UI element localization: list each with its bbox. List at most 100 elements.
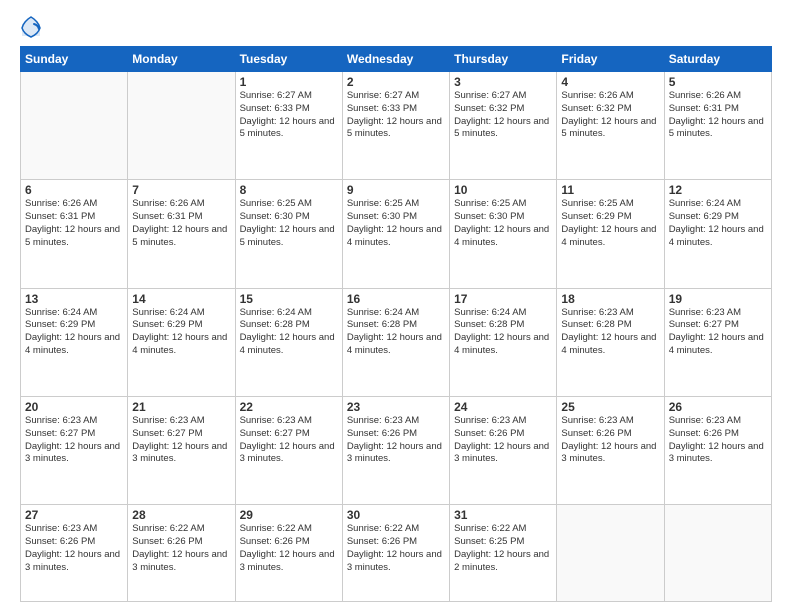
day-info: Sunrise: 6:24 AM Sunset: 6:28 PM Dayligh… [240, 307, 338, 358]
day-info: Sunrise: 6:24 AM Sunset: 6:29 PM Dayligh… [132, 307, 230, 358]
day-number: 11 [561, 183, 659, 197]
col-wednesday: Wednesday [342, 47, 449, 72]
day-cell: 24Sunrise: 6:23 AM Sunset: 6:26 PM Dayli… [450, 396, 557, 504]
day-info: Sunrise: 6:23 AM Sunset: 6:27 PM Dayligh… [240, 415, 338, 466]
header [20, 16, 772, 38]
day-info: Sunrise: 6:26 AM Sunset: 6:31 PM Dayligh… [669, 90, 767, 141]
day-number: 16 [347, 292, 445, 306]
week-row-3: 13Sunrise: 6:24 AM Sunset: 6:29 PM Dayli… [21, 288, 772, 396]
day-number: 9 [347, 183, 445, 197]
day-info: Sunrise: 6:24 AM Sunset: 6:28 PM Dayligh… [347, 307, 445, 358]
day-cell [664, 505, 771, 602]
day-cell: 17Sunrise: 6:24 AM Sunset: 6:28 PM Dayli… [450, 288, 557, 396]
day-info: Sunrise: 6:22 AM Sunset: 6:26 PM Dayligh… [240, 523, 338, 574]
day-number: 7 [132, 183, 230, 197]
day-info: Sunrise: 6:22 AM Sunset: 6:25 PM Dayligh… [454, 523, 552, 574]
day-cell: 28Sunrise: 6:22 AM Sunset: 6:26 PM Dayli… [128, 505, 235, 602]
day-number: 28 [132, 508, 230, 522]
day-number: 29 [240, 508, 338, 522]
calendar-table: Sunday Monday Tuesday Wednesday Thursday… [20, 46, 772, 602]
day-info: Sunrise: 6:26 AM Sunset: 6:32 PM Dayligh… [561, 90, 659, 141]
day-cell: 2Sunrise: 6:27 AM Sunset: 6:33 PM Daylig… [342, 72, 449, 180]
week-row-2: 6Sunrise: 6:26 AM Sunset: 6:31 PM Daylig… [21, 180, 772, 288]
day-info: Sunrise: 6:24 AM Sunset: 6:29 PM Dayligh… [669, 198, 767, 249]
day-info: Sunrise: 6:25 AM Sunset: 6:30 PM Dayligh… [454, 198, 552, 249]
col-thursday: Thursday [450, 47, 557, 72]
day-info: Sunrise: 6:23 AM Sunset: 6:27 PM Dayligh… [132, 415, 230, 466]
day-cell: 22Sunrise: 6:23 AM Sunset: 6:27 PM Dayli… [235, 396, 342, 504]
day-cell: 26Sunrise: 6:23 AM Sunset: 6:26 PM Dayli… [664, 396, 771, 504]
day-cell: 12Sunrise: 6:24 AM Sunset: 6:29 PM Dayli… [664, 180, 771, 288]
day-number: 31 [454, 508, 552, 522]
day-number: 10 [454, 183, 552, 197]
day-cell: 6Sunrise: 6:26 AM Sunset: 6:31 PM Daylig… [21, 180, 128, 288]
day-number: 2 [347, 75, 445, 89]
day-number: 1 [240, 75, 338, 89]
day-cell [21, 72, 128, 180]
day-info: Sunrise: 6:26 AM Sunset: 6:31 PM Dayligh… [132, 198, 230, 249]
day-info: Sunrise: 6:24 AM Sunset: 6:28 PM Dayligh… [454, 307, 552, 358]
col-friday: Friday [557, 47, 664, 72]
logo-icon [20, 16, 42, 38]
day-cell: 29Sunrise: 6:22 AM Sunset: 6:26 PM Dayli… [235, 505, 342, 602]
day-cell: 8Sunrise: 6:25 AM Sunset: 6:30 PM Daylig… [235, 180, 342, 288]
day-info: Sunrise: 6:27 AM Sunset: 6:33 PM Dayligh… [240, 90, 338, 141]
day-number: 17 [454, 292, 552, 306]
day-cell: 4Sunrise: 6:26 AM Sunset: 6:32 PM Daylig… [557, 72, 664, 180]
day-number: 27 [25, 508, 123, 522]
day-info: Sunrise: 6:23 AM Sunset: 6:26 PM Dayligh… [347, 415, 445, 466]
day-cell [128, 72, 235, 180]
day-cell: 1Sunrise: 6:27 AM Sunset: 6:33 PM Daylig… [235, 72, 342, 180]
day-number: 13 [25, 292, 123, 306]
day-number: 20 [25, 400, 123, 414]
day-info: Sunrise: 6:25 AM Sunset: 6:29 PM Dayligh… [561, 198, 659, 249]
day-number: 21 [132, 400, 230, 414]
day-number: 30 [347, 508, 445, 522]
day-number: 3 [454, 75, 552, 89]
day-cell: 3Sunrise: 6:27 AM Sunset: 6:32 PM Daylig… [450, 72, 557, 180]
day-info: Sunrise: 6:27 AM Sunset: 6:33 PM Dayligh… [347, 90, 445, 141]
col-tuesday: Tuesday [235, 47, 342, 72]
day-info: Sunrise: 6:25 AM Sunset: 6:30 PM Dayligh… [347, 198, 445, 249]
day-info: Sunrise: 6:26 AM Sunset: 6:31 PM Dayligh… [25, 198, 123, 249]
day-cell: 18Sunrise: 6:23 AM Sunset: 6:28 PM Dayli… [557, 288, 664, 396]
col-sunday: Sunday [21, 47, 128, 72]
day-number: 5 [669, 75, 767, 89]
day-number: 22 [240, 400, 338, 414]
day-cell: 14Sunrise: 6:24 AM Sunset: 6:29 PM Dayli… [128, 288, 235, 396]
day-info: Sunrise: 6:23 AM Sunset: 6:27 PM Dayligh… [25, 415, 123, 466]
day-info: Sunrise: 6:27 AM Sunset: 6:32 PM Dayligh… [454, 90, 552, 141]
day-cell: 19Sunrise: 6:23 AM Sunset: 6:27 PM Dayli… [664, 288, 771, 396]
calendar-page: Sunday Monday Tuesday Wednesday Thursday… [0, 0, 792, 612]
day-number: 24 [454, 400, 552, 414]
day-cell: 21Sunrise: 6:23 AM Sunset: 6:27 PM Dayli… [128, 396, 235, 504]
day-cell: 23Sunrise: 6:23 AM Sunset: 6:26 PM Dayli… [342, 396, 449, 504]
day-cell: 31Sunrise: 6:22 AM Sunset: 6:25 PM Dayli… [450, 505, 557, 602]
col-monday: Monday [128, 47, 235, 72]
week-row-4: 20Sunrise: 6:23 AM Sunset: 6:27 PM Dayli… [21, 396, 772, 504]
day-cell: 20Sunrise: 6:23 AM Sunset: 6:27 PM Dayli… [21, 396, 128, 504]
day-cell: 11Sunrise: 6:25 AM Sunset: 6:29 PM Dayli… [557, 180, 664, 288]
day-info: Sunrise: 6:23 AM Sunset: 6:26 PM Dayligh… [669, 415, 767, 466]
day-cell: 5Sunrise: 6:26 AM Sunset: 6:31 PM Daylig… [664, 72, 771, 180]
day-number: 19 [669, 292, 767, 306]
day-cell: 16Sunrise: 6:24 AM Sunset: 6:28 PM Dayli… [342, 288, 449, 396]
day-info: Sunrise: 6:24 AM Sunset: 6:29 PM Dayligh… [25, 307, 123, 358]
day-cell: 13Sunrise: 6:24 AM Sunset: 6:29 PM Dayli… [21, 288, 128, 396]
header-row: Sunday Monday Tuesday Wednesday Thursday… [21, 47, 772, 72]
day-info: Sunrise: 6:23 AM Sunset: 6:26 PM Dayligh… [454, 415, 552, 466]
day-info: Sunrise: 6:23 AM Sunset: 6:27 PM Dayligh… [669, 307, 767, 358]
day-cell: 9Sunrise: 6:25 AM Sunset: 6:30 PM Daylig… [342, 180, 449, 288]
day-number: 26 [669, 400, 767, 414]
day-number: 6 [25, 183, 123, 197]
day-number: 8 [240, 183, 338, 197]
day-cell: 15Sunrise: 6:24 AM Sunset: 6:28 PM Dayli… [235, 288, 342, 396]
day-number: 14 [132, 292, 230, 306]
week-row-1: 1Sunrise: 6:27 AM Sunset: 6:33 PM Daylig… [21, 72, 772, 180]
day-number: 12 [669, 183, 767, 197]
day-info: Sunrise: 6:25 AM Sunset: 6:30 PM Dayligh… [240, 198, 338, 249]
day-number: 23 [347, 400, 445, 414]
week-row-5: 27Sunrise: 6:23 AM Sunset: 6:26 PM Dayli… [21, 505, 772, 602]
day-info: Sunrise: 6:22 AM Sunset: 6:26 PM Dayligh… [132, 523, 230, 574]
day-cell [557, 505, 664, 602]
